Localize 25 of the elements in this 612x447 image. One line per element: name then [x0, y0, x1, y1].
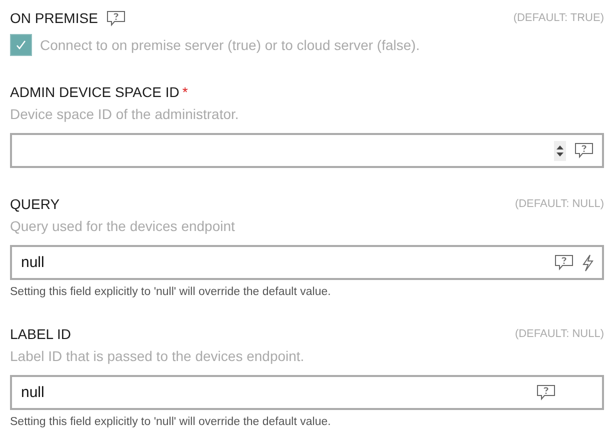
- lightning-icon[interactable]: [582, 254, 594, 272]
- field-label: ON PREMISE: [10, 10, 98, 26]
- field-label: LABEL ID: [10, 326, 71, 342]
- field-label: ADMIN DEVICE SPACE ID: [10, 84, 180, 100]
- checkbox[interactable]: [10, 34, 32, 56]
- help-icon[interactable]: [536, 384, 556, 401]
- default-value: (DEFAULT: TRUE): [513, 12, 604, 24]
- input-field[interactable]: [10, 133, 604, 168]
- field-description: Connect to on premise server (true) or to cloud server (false).: [40, 37, 420, 53]
- field-description: Label ID that is passed to the devices endpoint.: [10, 348, 306, 366]
- field-description: Query used for the devices endpoint: [10, 218, 236, 236]
- hint-text: Setting this field explicitly to 'null' will override the default value.: [10, 416, 332, 428]
- help-icon[interactable]: [574, 142, 594, 159]
- spinner-icon[interactable]: [554, 140, 566, 160]
- check-icon: [15, 39, 27, 51]
- hint-text: Setting this field explicitly to 'null' will override the default value.: [10, 286, 332, 298]
- field-description: Device space ID of the administrator.: [10, 106, 240, 124]
- default-value: (DEFAULT: NULL): [514, 198, 604, 210]
- required-mark: *: [182, 84, 188, 100]
- input-field[interactable]: null: [10, 245, 604, 280]
- default-value: (DEFAULT: NULL): [514, 328, 604, 340]
- field-label: QUERY: [10, 196, 60, 212]
- input-field[interactable]: null: [10, 375, 604, 410]
- help-icon[interactable]: [554, 254, 574, 271]
- help-icon[interactable]: [106, 10, 126, 26]
